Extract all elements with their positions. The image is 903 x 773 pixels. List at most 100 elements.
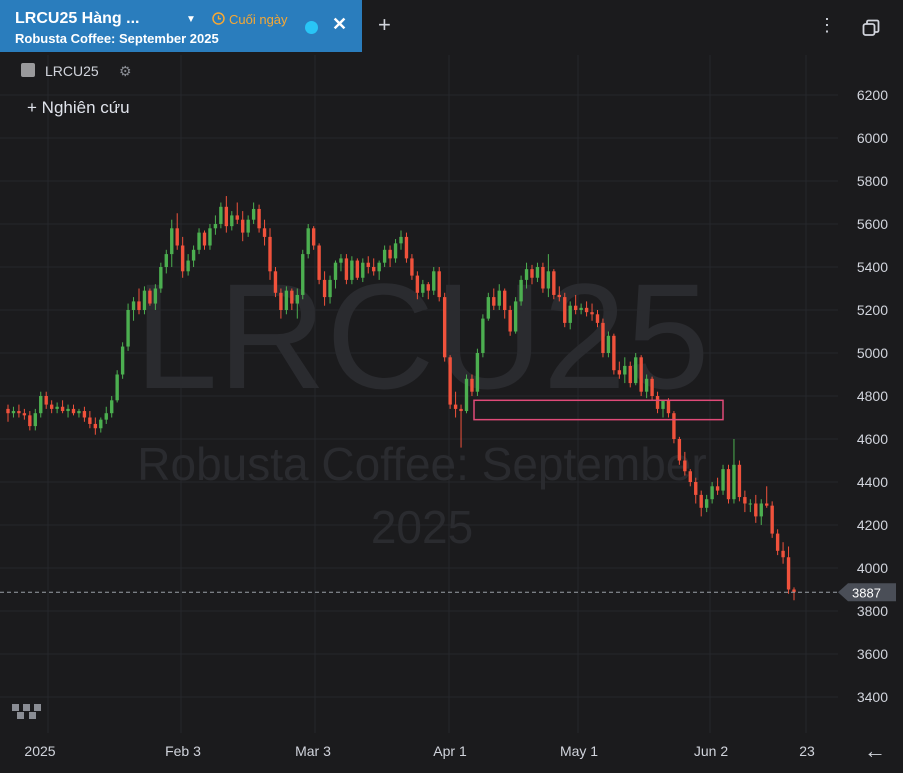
candle-body [99,419,103,429]
price-tick-label: 6200 [857,87,888,103]
caret-down-icon[interactable]: ▼ [186,14,196,25]
plus-icon[interactable]: + [378,14,391,36]
candle-body [175,228,179,246]
candle-body [279,292,283,310]
price-tick-label: 3800 [857,603,888,619]
candle-body [759,503,763,517]
candle-body [295,294,299,304]
candle-body [432,271,436,291]
candle-body [426,284,430,291]
candle-body [344,258,349,280]
candle-body [442,297,447,358]
candle-body [55,406,59,409]
candle-body [573,305,578,310]
candle-body [246,219,250,233]
candle-body [563,297,567,323]
watermark-line1: Robusta Coffee: September [137,438,706,490]
candle-body [382,249,387,263]
candle-body [634,357,638,384]
candle-body [737,464,742,498]
more-vert-icon[interactable]: ⋮ [818,16,836,34]
candle-body [650,378,654,396]
last-price-label: 3887 [852,585,881,600]
candle-body [601,322,605,353]
candle-body [361,262,365,278]
end-of-day-label: Cuối ngày [229,12,288,27]
price-tick-label: 5600 [857,216,888,232]
candle-body [666,400,671,414]
candle-body [775,533,780,551]
candle-body [328,279,332,298]
candle-body [519,279,523,302]
candle-body [486,297,491,319]
candle-body [628,365,632,384]
candle-body [404,236,409,259]
candle-body [655,396,660,409]
candle-body [557,294,561,298]
candle-body [333,262,338,280]
candle-body [459,408,463,412]
candle-body [202,232,207,246]
candle-body [22,413,27,416]
candle-body [311,228,316,246]
price-tick-label: 6000 [857,130,888,146]
symbol-tab[interactable]: LRCU25 Hàng ... ▼ Cuối ngày Robusta Coff… [0,0,362,52]
candle-body [541,267,545,289]
candle-body [453,404,458,409]
candle-body [546,271,551,289]
price-tick-label: 5400 [857,259,888,275]
candle-body [350,260,354,280]
price-tick-label: 4200 [857,517,888,533]
window-icon[interactable] [862,19,880,37]
candle-body [481,318,485,353]
study-button[interactable]: + Nghiên cứu [27,98,130,118]
candle-body [617,370,622,375]
candle-body [208,228,212,246]
candle-body [44,396,48,405]
candle-body [159,267,163,289]
candle-body [683,460,687,472]
candle-body [710,486,714,500]
series-visibility-checkbox[interactable] [21,63,35,77]
candle-body [437,271,441,298]
candle-body [88,417,92,424]
candle-body [11,411,16,414]
candle-body [137,301,141,310]
candle-body [126,310,130,347]
study-label: Nghiên cứu [41,98,130,117]
candle-body [464,378,469,412]
price-tick-label: 4600 [857,431,888,447]
candle-body [606,335,611,353]
price-tick-label: 5200 [857,302,888,318]
candle-body [219,206,223,224]
candle-body [262,228,267,237]
candle-body [235,215,239,220]
candle-body [743,497,747,504]
arrow-left-icon[interactable]: ← [864,738,886,764]
candle-body [721,469,725,491]
candle-body [170,228,174,255]
candle-body [726,469,731,500]
candle-body [590,312,594,315]
candle-body [77,411,81,414]
candle-body [251,208,256,220]
candle-body [290,290,294,304]
candle-body [120,346,125,375]
candle-body [688,471,692,482]
price-axis[interactable]: 3400 3600 3800 4000 4200 4400 4600 4800 5000 5200… [857,87,888,705]
candle-body [230,215,234,227]
close-icon[interactable]: ✕ [332,14,347,35]
candle-body [508,310,512,332]
candle-body [639,357,643,392]
price-chart[interactable]: LRCU25 Robusta Coffee: September 2025 34… [0,0,903,773]
price-tick-label: 3400 [857,689,888,705]
candle-body [49,404,54,409]
candle-body [399,236,403,244]
candle-body [164,254,168,267]
candle-body [224,206,229,227]
candle-body [677,439,682,461]
time-tick-label: Jun 2 [694,743,728,759]
time-tick-label: 23 [799,743,815,759]
gear-icon[interactable]: ⚙ [119,63,132,80]
candle-body [497,290,501,306]
